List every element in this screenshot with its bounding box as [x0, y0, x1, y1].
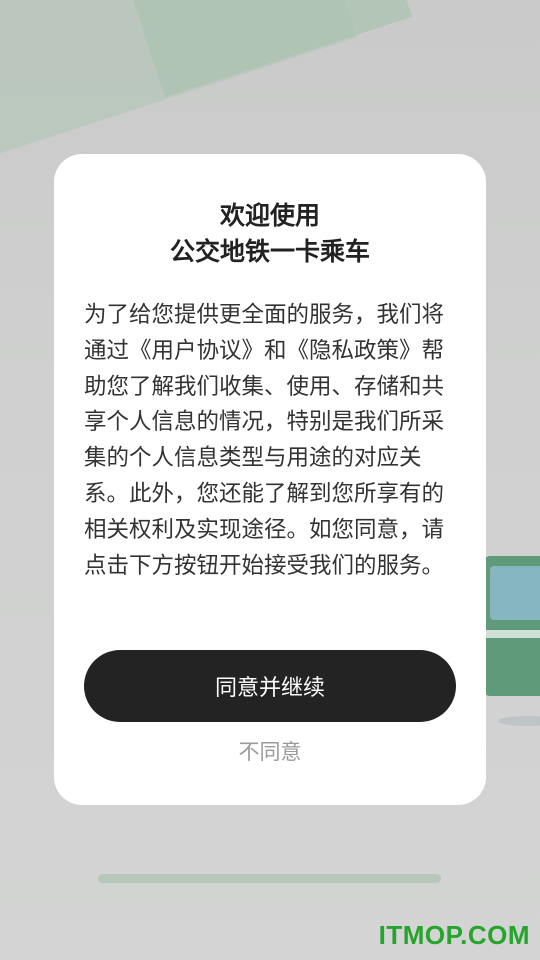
- dialog-title: 欢迎使用 公交地铁一卡乘车: [54, 198, 486, 270]
- bus-window: [490, 566, 540, 620]
- dialog-title-line2: 公交地铁一卡乘车: [169, 237, 370, 266]
- dialog-title-line1: 欢迎使用: [219, 201, 320, 230]
- watermark-logo: ITMOP.COM: [378, 920, 530, 950]
- agree-continue-button[interactable]: 同意并继续: [84, 650, 456, 722]
- dialog-body-text: 为了给您提供更全面的服务，我们将通过《用户协议》和《隐私政策》帮助您了解我们收集…: [84, 302, 445, 579]
- disagree-button[interactable]: 不同意: [54, 734, 486, 770]
- bus-shadow: [498, 716, 540, 726]
- privacy-dialog: 欢迎使用 公交地铁一卡乘车 为了给您提供更全面的服务，我们将通过《用户协议》和《…: [54, 154, 486, 805]
- background-shape-top-accent: [127, 0, 413, 98]
- bus-illustration: [484, 556, 540, 696]
- road-line: [98, 874, 441, 883]
- bus-stripe: [484, 630, 540, 638]
